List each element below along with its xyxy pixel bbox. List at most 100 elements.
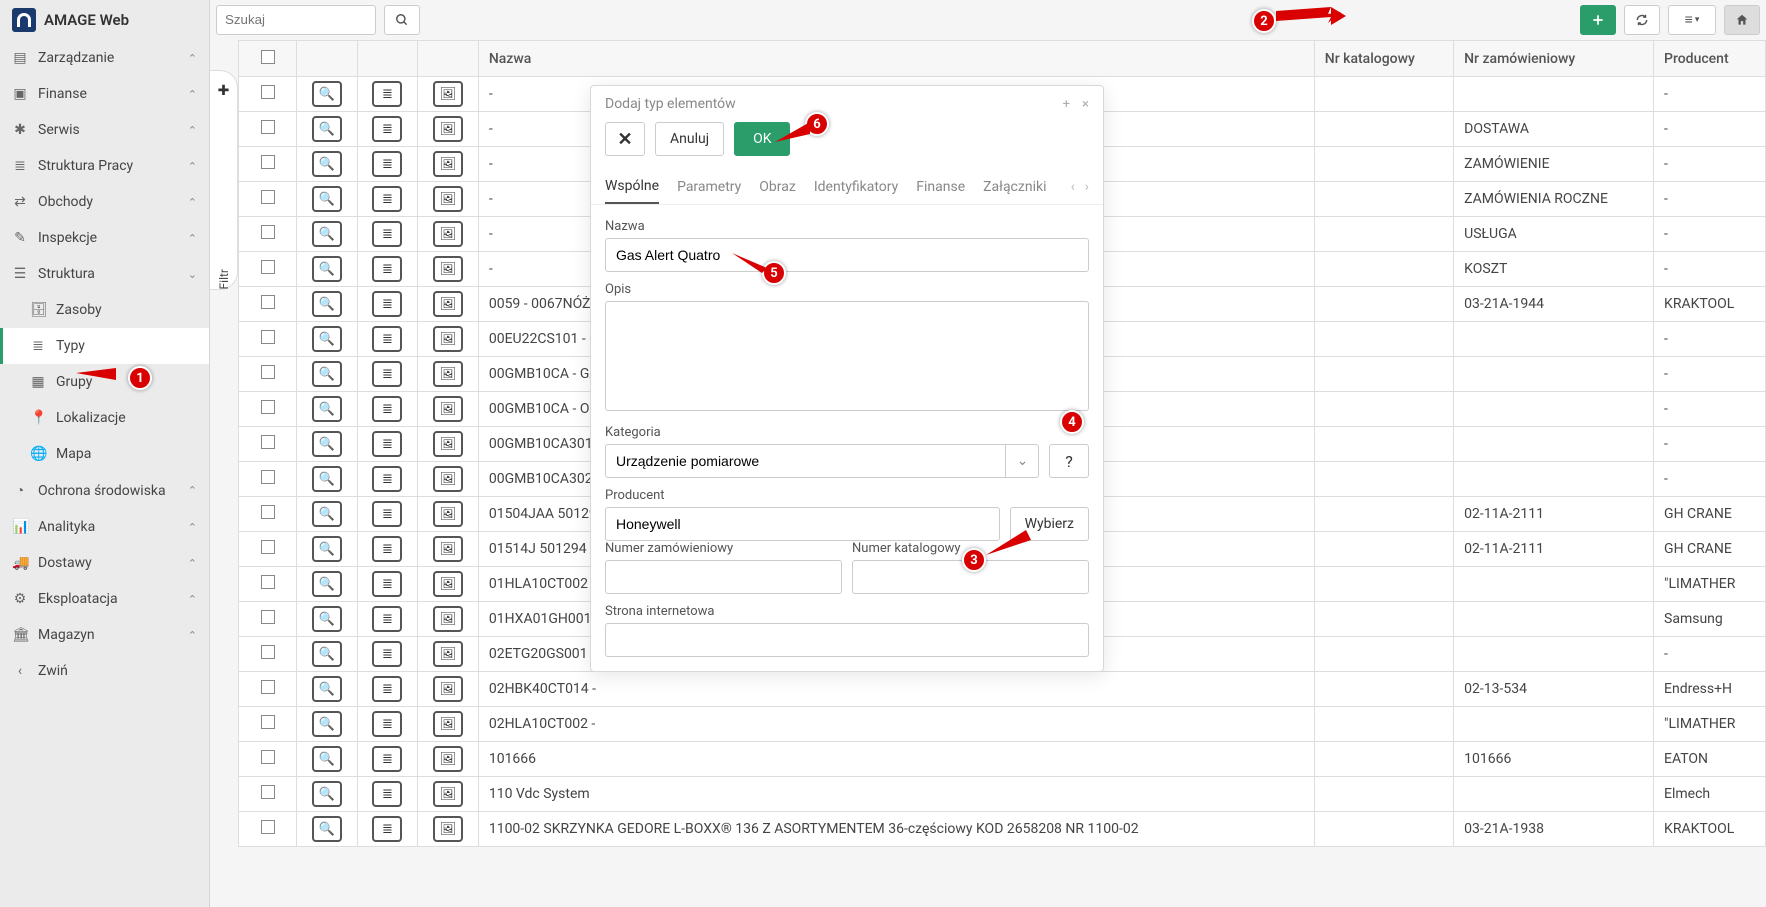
image-icon[interactable]: 🖼	[433, 641, 463, 667]
sidebar-item-grupy[interactable]: ▦Grupy	[0, 364, 209, 400]
list-icon[interactable]: ≣	[372, 711, 402, 737]
sidebar-item-inspekcje[interactable]: ✎Inspekcje⌃	[0, 220, 209, 256]
sidebar-item-zwiń[interactable]: ‹Zwiń	[0, 653, 209, 689]
kategoria-help-button[interactable]: ?	[1049, 444, 1089, 478]
list-icon[interactable]: ≣	[372, 571, 402, 597]
row-checkbox[interactable]	[261, 785, 275, 799]
sidebar-item-typy[interactable]: ≣Typy	[0, 328, 209, 364]
image-icon[interactable]: 🖼	[433, 221, 463, 247]
sidebar-item-struktura-pracy[interactable]: ≣Struktura Pracy⌃	[0, 148, 209, 184]
chevron-down-icon[interactable]: ⌄	[1005, 444, 1039, 478]
col-nr-zamowieniowy[interactable]: Nr zamówieniowy	[1454, 41, 1654, 77]
list-icon[interactable]: ≣	[372, 256, 402, 282]
image-icon[interactable]: 🖼	[433, 291, 463, 317]
sidebar-item-ochrona-środowiska[interactable]: ◔Ochrona środowiska⌃	[0, 472, 209, 509]
col-nr-katalogowy[interactable]: Nr katalogowy	[1314, 41, 1453, 77]
sidebar-item-serwis[interactable]: ✱Serwis⌃	[0, 112, 209, 148]
zoom-icon[interactable]: 🔍	[312, 361, 342, 387]
ok-button[interactable]: OK	[734, 122, 790, 156]
image-icon[interactable]: 🖼	[433, 746, 463, 772]
tab-prev-icon[interactable]: ‹	[1071, 179, 1075, 195]
list-icon[interactable]: ≣	[372, 361, 402, 387]
zoom-icon[interactable]: 🔍	[312, 536, 342, 562]
image-icon[interactable]: 🖼	[433, 571, 463, 597]
sidebar-item-dostawy[interactable]: 🚚Dostawy⌃	[0, 545, 209, 581]
image-icon[interactable]: 🖼	[433, 711, 463, 737]
zoom-icon[interactable]: 🔍	[312, 81, 342, 107]
row-checkbox[interactable]	[261, 85, 275, 99]
row-checkbox[interactable]	[261, 610, 275, 624]
zoom-icon[interactable]: 🔍	[312, 816, 342, 842]
zoom-icon[interactable]: 🔍	[312, 291, 342, 317]
sidebar-item-zarządzanie[interactable]: ▤Zarządzanie⌃	[0, 40, 209, 76]
row-checkbox[interactable]	[261, 645, 275, 659]
row-checkbox[interactable]	[261, 330, 275, 344]
row-checkbox[interactable]	[261, 365, 275, 379]
row-checkbox[interactable]	[261, 750, 275, 764]
sidebar-item-struktura[interactable]: ☰Struktura⌄	[0, 256, 209, 292]
wybierz-button[interactable]: Wybierz	[1010, 507, 1089, 541]
row-checkbox[interactable]	[261, 680, 275, 694]
image-icon[interactable]: 🖼	[433, 466, 463, 492]
list-icon[interactable]: ≣	[372, 326, 402, 352]
zoom-icon[interactable]: 🔍	[312, 676, 342, 702]
tab-obraz[interactable]: Obraz	[759, 171, 796, 203]
list-icon[interactable]: ≣	[372, 396, 402, 422]
list-icon[interactable]: ≣	[372, 676, 402, 702]
list-icon[interactable]: ≣	[372, 151, 402, 177]
row-checkbox[interactable]	[261, 540, 275, 554]
zoom-icon[interactable]: 🔍	[312, 151, 342, 177]
row-checkbox[interactable]	[261, 295, 275, 309]
image-icon[interactable]: 🖼	[433, 151, 463, 177]
image-icon[interactable]: 🖼	[433, 816, 463, 842]
producent-field[interactable]	[605, 507, 1000, 541]
row-checkbox[interactable]	[261, 260, 275, 274]
zoom-icon[interactable]: 🔍	[312, 186, 342, 212]
strona-field[interactable]	[605, 623, 1089, 657]
sidebar-item-magazyn[interactable]: 🏛Magazyn⌃	[0, 617, 209, 653]
col-checkbox[interactable]	[239, 41, 297, 77]
col-producent[interactable]: Producent	[1654, 41, 1766, 77]
image-icon[interactable]: 🖼	[433, 186, 463, 212]
zoom-icon[interactable]: 🔍	[312, 466, 342, 492]
list-icon[interactable]: ≣	[372, 81, 402, 107]
cancel-button[interactable]: Anuluj	[655, 122, 724, 156]
row-checkbox[interactable]	[261, 190, 275, 204]
zoom-icon[interactable]: 🔍	[312, 256, 342, 282]
tab-załączniki[interactable]: Załączniki	[983, 171, 1046, 203]
image-icon[interactable]: 🖼	[433, 361, 463, 387]
tab-wspólne[interactable]: Wspólne	[605, 170, 659, 204]
search-button[interactable]	[384, 5, 420, 35]
tab-finanse[interactable]: Finanse	[916, 171, 965, 203]
image-icon[interactable]: 🖼	[433, 606, 463, 632]
image-icon[interactable]: 🖼	[433, 116, 463, 142]
zoom-icon[interactable]: 🔍	[312, 116, 342, 142]
col-nazwa[interactable]: Nazwa	[478, 41, 1314, 77]
nazwa-field[interactable]	[605, 238, 1089, 272]
row-checkbox[interactable]	[261, 715, 275, 729]
search-input[interactable]	[216, 5, 376, 35]
sidebar-item-lokalizacje[interactable]: 📍Lokalizacje	[0, 400, 209, 436]
table-row[interactable]: 🔍≣🖼02HBK40CT014 -02-13-534Endress+H	[239, 672, 1766, 707]
tab-next-icon[interactable]: ›	[1085, 179, 1089, 195]
menu-button[interactable]: ≡▾	[1668, 5, 1716, 35]
row-checkbox[interactable]	[261, 575, 275, 589]
add-button[interactable]	[1580, 5, 1616, 35]
row-checkbox[interactable]	[261, 155, 275, 169]
tab-parametry[interactable]: Parametry	[677, 171, 741, 203]
sidebar-item-analityka[interactable]: 📊Analityka⌃	[0, 509, 209, 545]
list-icon[interactable]: ≣	[372, 536, 402, 562]
zoom-icon[interactable]: 🔍	[312, 396, 342, 422]
row-checkbox[interactable]	[261, 470, 275, 484]
filter-tab[interactable]: ✚ Filtr	[210, 70, 238, 290]
list-icon[interactable]: ≣	[372, 116, 402, 142]
modal-close-icon[interactable]: ×	[1082, 97, 1089, 112]
table-row[interactable]: 🔍≣🖼1100-02 SKRZYNKA GEDORE L-BOXX® 136 Z…	[239, 812, 1766, 847]
tab-identyfikatory[interactable]: Identyfikatory	[814, 171, 898, 203]
list-icon[interactable]: ≣	[372, 746, 402, 772]
list-icon[interactable]: ≣	[372, 186, 402, 212]
zoom-icon[interactable]: 🔍	[312, 571, 342, 597]
sidebar-item-finanse[interactable]: ▣Finanse⌃	[0, 76, 209, 112]
table-row[interactable]: 🔍≣🖼101666101666EATON	[239, 742, 1766, 777]
row-checkbox[interactable]	[261, 505, 275, 519]
